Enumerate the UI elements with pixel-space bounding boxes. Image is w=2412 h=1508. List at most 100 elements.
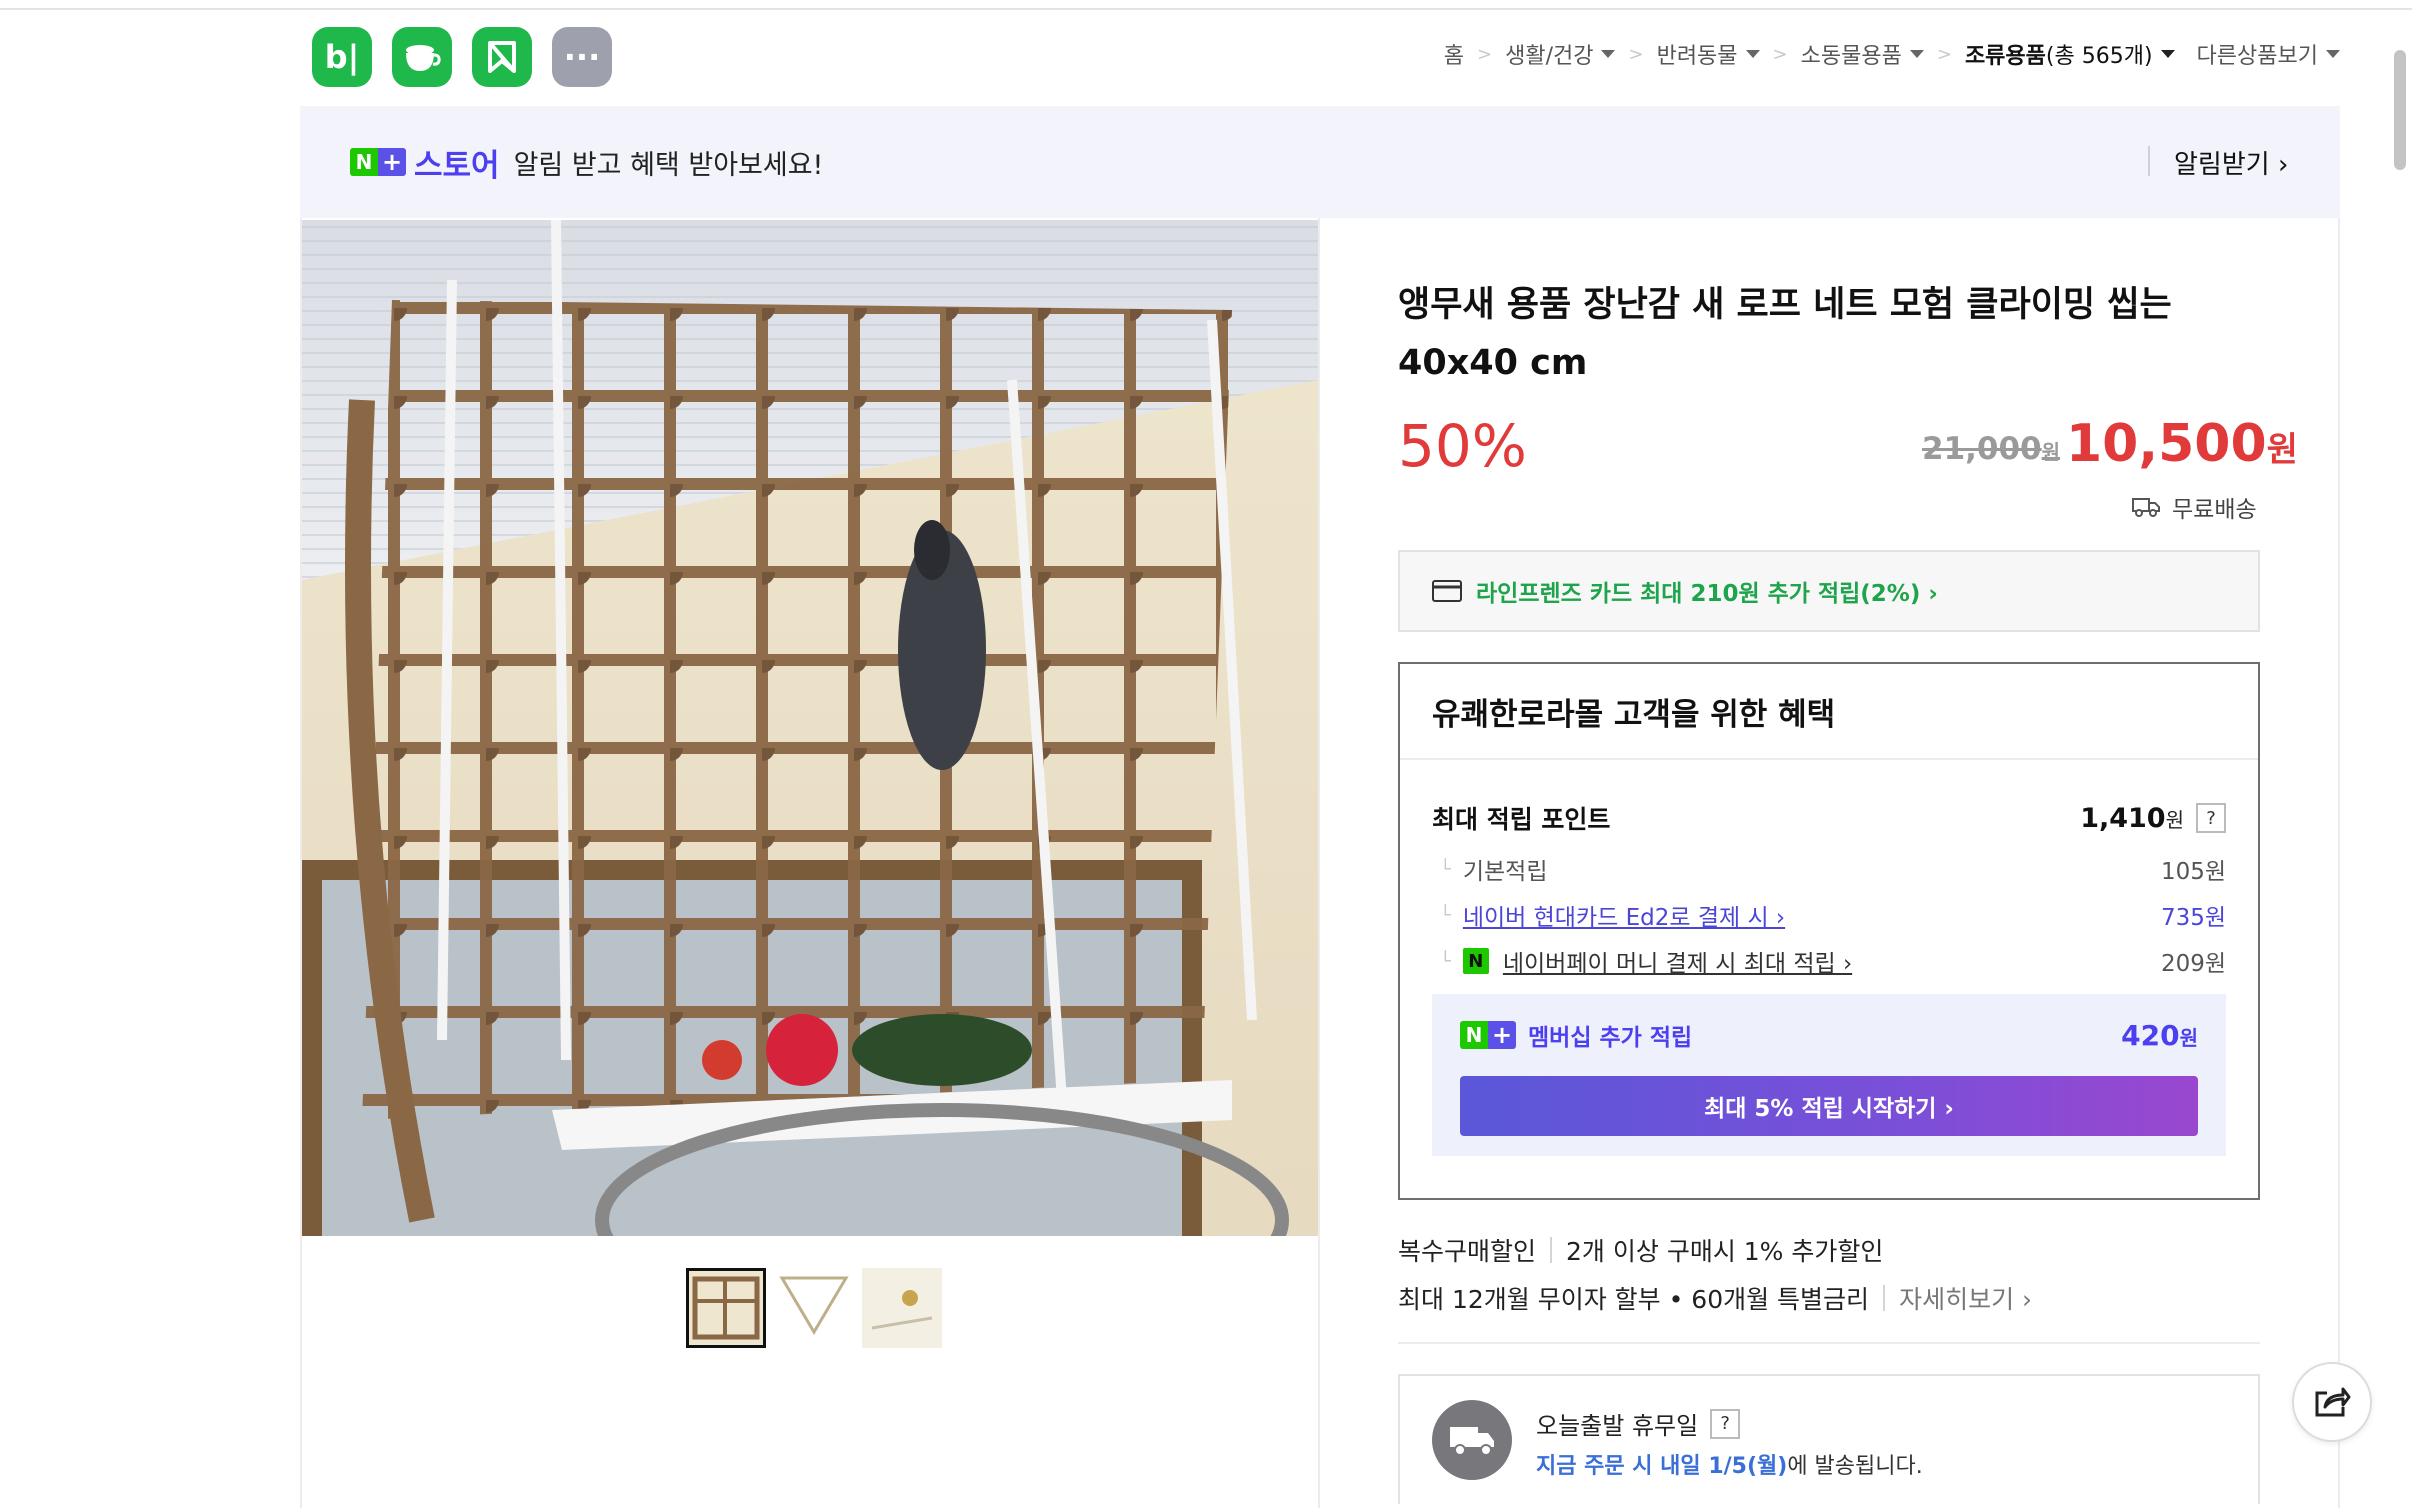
multi-discount-label: 복수구매할인 <box>1398 1237 1537 1266</box>
original-price-value: 21,000 <box>1922 431 2042 467</box>
benefit-row-label: 기본적립 <box>1462 859 1548 885</box>
caret-down-icon <box>2160 50 2175 58</box>
top-border <box>0 0 2412 10</box>
multi-purchase-discount: 복수구매할인 2개 이상 구매시 1% 추가할인 <box>1398 1232 1883 1268</box>
breadcrumb: 홈 > 생활/건강 > 반려동물 > 소동물용품 > 조류용품 (총 565개) … <box>1444 38 2340 70</box>
banner-message: 알림 받고 혜택 받아보세요! <box>513 149 824 181</box>
benefit-row: └ 기본적립 105원 <box>1432 852 2226 886</box>
benefit-box: 유쾌한로라몰 고객을 위한 혜택 최대 적립 포인트 1,410 원 ? └ 기본적… <box>1398 662 2260 1200</box>
more-apps-icon[interactable]: ··· <box>552 27 612 87</box>
sale-price-unit: 원 <box>2266 430 2298 470</box>
app-icons: b| ··· <box>312 27 612 87</box>
help-icon[interactable]: ? <box>1710 1408 1741 1439</box>
multi-discount-text: 2개 이상 구매시 1% 추가할인 <box>1566 1237 1884 1266</box>
thumbnail-1[interactable] <box>686 1268 766 1348</box>
card-promo-box[interactable]: 라인프렌즈 카드 최대 210원 추가 적립(2%) › <box>1398 550 2260 632</box>
breadcrumb-label: 조류용품 <box>1964 44 2046 69</box>
breadcrumb-home[interactable]: 홈 <box>1444 38 1464 70</box>
section-divider <box>1398 1342 2260 1344</box>
benefit-row-value: 735원 <box>2160 905 2226 931</box>
naver-n-badge: N <box>350 148 378 176</box>
breadcrumb-current-bird[interactable]: 조류용품 (총 565개) <box>1965 38 2175 70</box>
benefit-row-value: 105원 <box>2160 859 2226 885</box>
ship-title-text: 오늘출발 휴무일 <box>1536 1412 1699 1440</box>
plus-badge: + <box>1488 1021 1516 1049</box>
breadcrumb-pets[interactable]: 반려동물 <box>1657 38 1760 70</box>
truck-icon <box>1450 1427 1494 1456</box>
membership-value: 420원 <box>2121 1019 2198 1052</box>
breadcrumb-count: (총 565개) <box>2045 44 2153 69</box>
breadcrumb-separator: > <box>1772 43 1788 65</box>
indent-icon: └ <box>1440 858 1451 880</box>
max-points-unit: 원 <box>2165 807 2184 832</box>
breadcrumb-separator: > <box>1477 43 1493 65</box>
caret-down-icon <box>1745 50 1760 58</box>
discount-rate: 50% <box>1398 412 1527 480</box>
notification-banner: N + 스토어 알림 받고 혜택 받아보세요! 알림받기 › <box>300 106 2340 218</box>
shipping-schedule-box: 오늘출발 휴무일 ? 지금 주문 시 내일 1/5(월)에 발송됩니다. <box>1398 1374 2260 1504</box>
share-icon <box>2315 1387 2351 1417</box>
credit-card-icon <box>1432 580 1462 602</box>
breadcrumb-living-health[interactable]: 생활/건강 <box>1505 38 1616 70</box>
indent-icon: └ <box>1440 950 1451 972</box>
plus-badge: + <box>378 148 406 176</box>
divider <box>1883 1285 1886 1311</box>
vertical-scrollbar[interactable] <box>2394 50 2406 170</box>
benefit-row: └ N 네이버페이 머니 결제 시 최대 적립 › 209원 <box>1432 944 2226 978</box>
thumbnail-3[interactable] <box>862 1268 942 1348</box>
max-points-label: 최대 적립 포인트 <box>1432 805 1611 834</box>
benefit-row: └ 네이버 현대카드 Ed2로 결제 시 › 735원 <box>1432 898 2226 932</box>
naver-n-badge: N <box>1460 1021 1488 1049</box>
installment-more-link[interactable]: 자세히보기 › <box>1899 1280 2032 1316</box>
help-icon[interactable]: ? <box>2196 803 2226 833</box>
shipping-info: 무료배송 <box>2132 490 2257 524</box>
membership-value-unit: 원 <box>2179 1025 2198 1050</box>
product-main-image[interactable] <box>302 220 1318 1236</box>
indent-icon: └ <box>1440 904 1451 926</box>
naverpay-icon: N <box>1462 948 1489 974</box>
thumbnail-image <box>689 1271 763 1345</box>
share-button[interactable] <box>2292 1362 2372 1442</box>
card-promo-text[interactable]: 라인프렌즈 카드 최대 210원 추가 적립(2%) › <box>1476 574 1938 608</box>
ship-subtitle: 지금 주문 시 내일 1/5(월)에 발송됩니다. <box>1536 1448 1923 1480</box>
installment-info: 최대 12개월 무이자 할부 • 60개월 특별금리 자세히보기 › <box>1398 1280 2032 1316</box>
breadcrumb-separator: > <box>1936 43 1952 65</box>
ship-suffix: 에 발송됩니다. <box>1787 1454 1923 1479</box>
blog-app-icon[interactable]: b| <box>312 27 372 87</box>
breadcrumb-small-animals[interactable]: 소동물용품 <box>1801 38 1924 70</box>
membership-value-number: 420 <box>2121 1018 2180 1052</box>
benefit-row-value: 209원 <box>2160 951 2226 977</box>
kin-app-icon[interactable] <box>472 27 532 87</box>
column-divider <box>1318 218 1320 1508</box>
breadcrumb-label: 생활/건강 <box>1505 44 1594 69</box>
kin-icon <box>488 41 516 73</box>
product-title: 앵무새 용품 장난감 새 로프 네트 모험 클라이밍 씹는 40x40 cm <box>1398 285 2172 383</box>
membership-row: N + 멤버십 추가 적립 420원 <box>1460 1018 2198 1052</box>
delivery-truck-icon <box>1432 1400 1512 1480</box>
subscribe-alert-button[interactable]: 알림받기 › <box>2174 144 2288 181</box>
other-products-label: 다른상품보기 <box>2196 44 2318 69</box>
breadcrumb-label: 반려동물 <box>1656 44 1738 69</box>
thumbnail-strip <box>686 1268 942 1348</box>
original-price-unit: 원 <box>2041 440 2061 464</box>
benefit-heading: 유쾌한로라몰 고객을 위한 혜택 <box>1400 664 2258 760</box>
cafe-app-icon[interactable] <box>392 27 452 87</box>
hyundai-card-link[interactable]: 네이버 현대카드 Ed2로 결제 시 › <box>1463 898 1785 932</box>
breadcrumb-label: 소동물용품 <box>1800 44 1902 69</box>
ship-title: 오늘출발 휴무일 ? <box>1536 1406 1741 1441</box>
caret-down-icon <box>1909 50 1924 58</box>
store-label: 스토어 <box>414 147 500 184</box>
naverpay-link[interactable]: 네이버페이 머니 결제 시 최대 적립 › <box>1503 944 1852 978</box>
breadcrumb-separator: > <box>1628 43 1644 65</box>
nplus-badge: N + <box>1460 1021 1516 1049</box>
membership-box: N + 멤버십 추가 적립 420원 최대 5% 적립 시작하기 › <box>1432 994 2226 1156</box>
nplus-store-logo: N + <box>350 148 406 176</box>
sale-price: 10,500원 <box>2066 414 2298 474</box>
thumbnail-image <box>774 1268 854 1348</box>
membership-start-button[interactable]: 최대 5% 적립 시작하기 › <box>1460 1076 2198 1136</box>
max-points-value-wrap: 1,410 원 ? <box>2080 803 2226 834</box>
banner-divider <box>2148 146 2150 176</box>
thumbnail-2[interactable] <box>774 1268 854 1348</box>
other-products-dropdown[interactable]: 다른상품보기 <box>2197 38 2340 70</box>
rope-net-image <box>302 220 1318 1236</box>
